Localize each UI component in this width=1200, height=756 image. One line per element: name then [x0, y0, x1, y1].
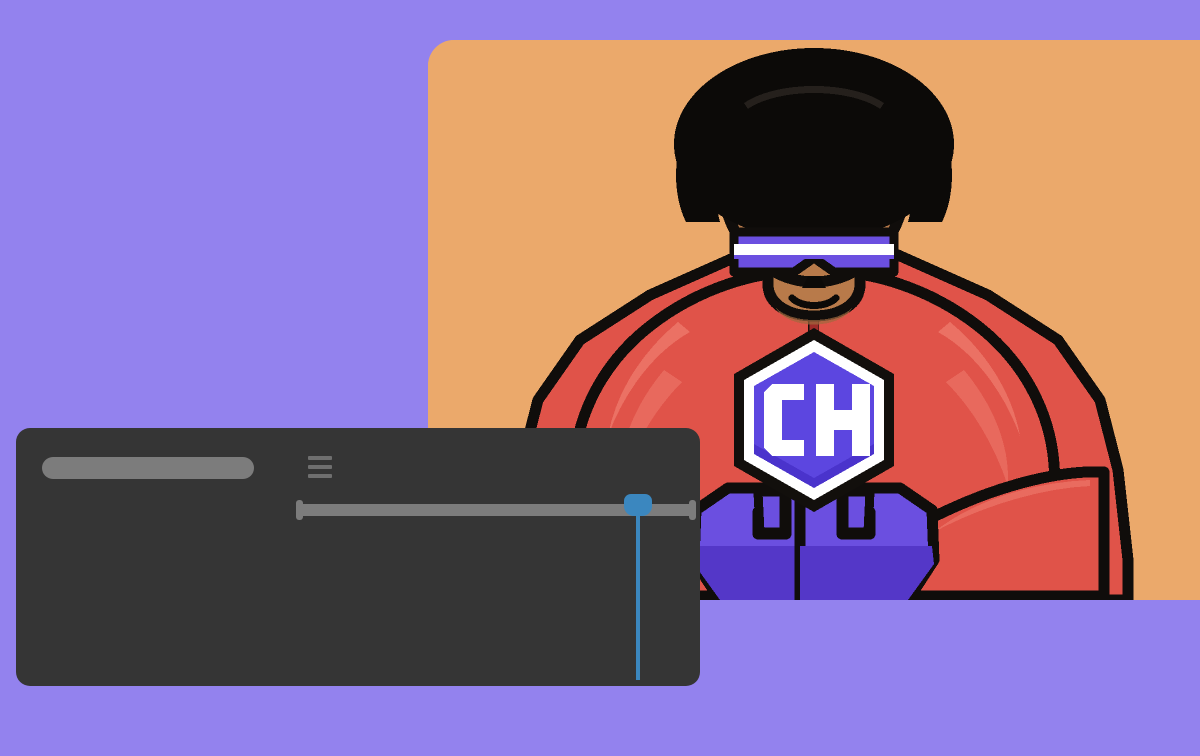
- scrubber-start-cap: [296, 500, 303, 520]
- scrubber-end-cap: [689, 500, 696, 520]
- screen: Cancel Save Edited Replay: [0, 0, 1200, 756]
- panel-title-placeholder: [42, 457, 254, 479]
- playhead-line: [636, 494, 640, 680]
- replay-editor-panel: Cancel Save Edited Replay: [16, 428, 700, 686]
- hamburger-icon[interactable]: [308, 456, 332, 478]
- panel-header: [42, 454, 674, 484]
- hamburger-bar: [308, 465, 332, 469]
- hamburger-bar: [308, 474, 332, 478]
- playhead-handle[interactable]: [624, 494, 652, 516]
- hamburger-bar: [308, 456, 332, 460]
